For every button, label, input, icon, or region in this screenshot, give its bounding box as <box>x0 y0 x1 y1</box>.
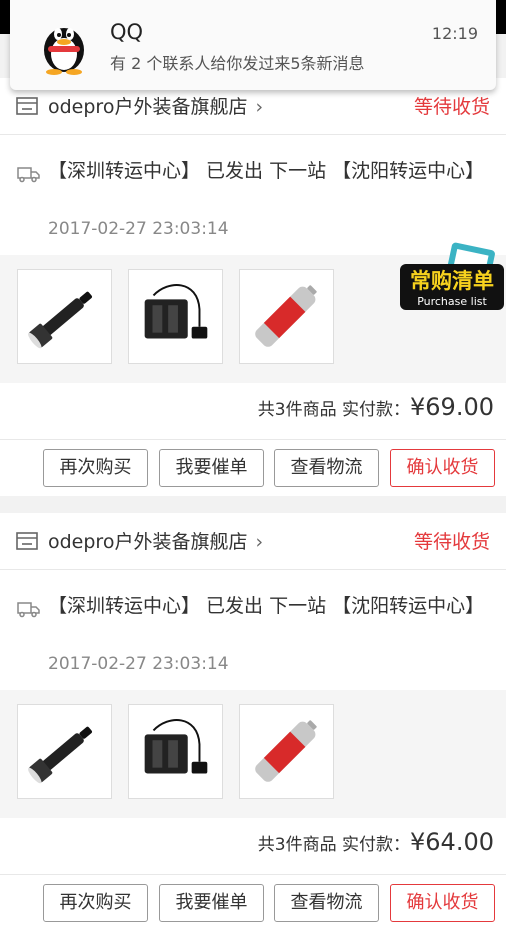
shop-name-text: odepro户外装备旗舰店 <box>48 96 248 118</box>
charger-thumb[interactable] <box>128 269 223 364</box>
flashlight-image <box>28 726 92 784</box>
flashlight-thumb[interactable] <box>17 704 112 799</box>
order-card: odepro户外装备旗舰店 › 等待收货 【深圳转运中心】 已发出 下一站 【沈阳… <box>0 513 506 931</box>
badge-label: 常购清单 <box>410 269 494 293</box>
buy-again-button[interactable]: 再次购买 <box>43 449 148 487</box>
order-summary: 共3件商品 实付款：¥69.00 <box>0 383 506 440</box>
summary-text: 共3件商品 实付款：¥64.00 <box>258 828 494 856</box>
view-logistics-button[interactable]: 查看物流 <box>274 449 379 487</box>
charger-thumb[interactable] <box>128 704 223 799</box>
battery-image <box>255 720 317 782</box>
buy-again-button[interactable]: 再次购买 <box>43 884 148 922</box>
battery-thumb[interactable] <box>239 269 334 364</box>
notification-app-name: QQ <box>110 20 144 44</box>
goods-list[interactable] <box>0 690 506 818</box>
action-buttons: 再次购买 我要催单 查看物流 确认收货 <box>0 440 506 496</box>
notification-time: 12:19 <box>431 24 478 43</box>
truck-icon <box>17 602 40 618</box>
logistics-info[interactable]: 【深圳转运中心】 已发出 下一站 【沈阳转运中心】 2017-02-27 23:… <box>0 570 506 690</box>
summary-text: 共3件商品 实付款：¥69.00 <box>258 393 494 421</box>
battery-image <box>255 285 317 347</box>
battery-thumb[interactable] <box>239 704 334 799</box>
logistics-time: 2017-02-27 23:03:14 <box>48 219 229 239</box>
shop-name[interactable]: odepro户外装备旗舰店 › <box>48 527 263 554</box>
summary-prefix: 共3件商品 实付款： <box>257 400 411 420</box>
order-status: 等待收货 <box>413 96 490 118</box>
logistics-info[interactable]: 【深圳转运中心】 已发出 下一站 【沈阳转运中心】 2017-02-27 23:… <box>0 135 506 255</box>
notification-message: 有 2 个联系人给你发过来5条新消息 <box>110 54 365 73</box>
truck-icon <box>17 167 40 183</box>
qq-notification[interactable]: QQ 有 2 个联系人给你发过来5条新消息 12:19 <box>10 0 496 90</box>
clipboard-icon: 常购清单 Purchase list <box>400 242 504 310</box>
total-price: ¥64.00 <box>410 828 494 856</box>
shop-header[interactable]: odepro户外装备旗舰店 › 等待收货 <box>0 513 506 570</box>
store-icon <box>16 97 38 115</box>
total-price: ¥69.00 <box>410 393 494 421</box>
charger-image <box>144 719 208 774</box>
action-buttons: 再次购买 我要催单 查看物流 确认收货 <box>0 875 506 931</box>
chevron-right-icon: › <box>255 96 264 118</box>
urge-shipment-button[interactable]: 我要催单 <box>159 449 264 487</box>
logistics-text: 【深圳转运中心】 已发出 下一站 【沈阳转运中心】 <box>48 595 485 617</box>
shop-name[interactable]: odepro户外装备旗舰店 › <box>48 92 263 119</box>
charger-image <box>144 284 208 339</box>
order-summary: 共3件商品 实付款：¥64.00 <box>0 818 506 875</box>
logistics-time: 2017-02-27 23:03:14 <box>48 654 229 674</box>
urge-shipment-button[interactable]: 我要催单 <box>159 884 264 922</box>
confirm-receipt-button[interactable]: 确认收货 <box>390 884 495 922</box>
store-icon <box>16 532 38 550</box>
summary-prefix: 共3件商品 实付款： <box>257 835 411 855</box>
confirm-receipt-button[interactable]: 确认收货 <box>390 449 495 487</box>
chevron-right-icon: › <box>255 531 264 553</box>
purchase-list-badge[interactable]: 常购清单 Purchase list <box>398 242 506 314</box>
flashlight-thumb[interactable] <box>17 269 112 364</box>
order-status: 等待收货 <box>413 531 490 553</box>
logistics-text: 【深圳转运中心】 已发出 下一站 【沈阳转运中心】 <box>48 160 485 182</box>
flashlight-image <box>28 291 92 349</box>
badge-sublabel: Purchase list <box>417 295 487 308</box>
qq-penguin-icon <box>44 28 84 75</box>
shop-name-text: odepro户外装备旗舰店 <box>48 531 248 553</box>
view-logistics-button[interactable]: 查看物流 <box>274 884 379 922</box>
